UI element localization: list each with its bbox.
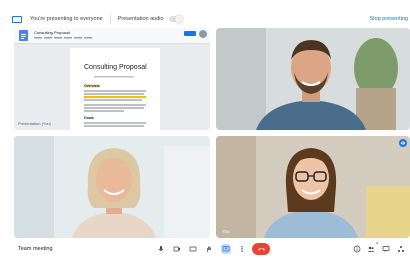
camera-button[interactable] [172, 244, 182, 254]
present-now-icon [222, 246, 230, 252]
doc-text-line [84, 104, 146, 106]
doc-text-line [84, 96, 146, 98]
doc-section-goals: Goals [84, 116, 94, 120]
presentation-audio-label: Presentation audio [117, 16, 164, 22]
participant-video [14, 136, 210, 238]
present-icon [12, 15, 22, 23]
people-button[interactable]: 4 [366, 241, 378, 254]
activities-icon [398, 246, 404, 252]
stop-presenting-button[interactable]: Stop presenting [369, 16, 408, 22]
doc-text-line [84, 122, 146, 124]
activities-button[interactable] [396, 244, 406, 254]
presentation-audio-toggle[interactable] [168, 15, 183, 23]
doc-heading: Consulting Proposal [84, 64, 147, 71]
avatar [199, 30, 207, 38]
more-options-icon [241, 246, 243, 252]
doc-text-line [84, 110, 124, 112]
participant-tile[interactable] [216, 28, 410, 130]
participant-tile[interactable] [14, 136, 210, 238]
participant-name: You [222, 229, 230, 234]
people-icon [368, 246, 375, 252]
camera-icon [173, 246, 180, 252]
mic-icon [158, 246, 164, 251]
presentation-label: Presentation (You) [18, 121, 51, 126]
captions-button[interactable] [188, 244, 198, 254]
presentation-tile[interactable]: Consulting Proposal Consulting Proposal [14, 28, 210, 130]
divider [109, 14, 111, 24]
presenting-message: You're presenting to everyone [30, 16, 103, 22]
docs-logo-icon [19, 30, 28, 41]
chat-button[interactable] [381, 244, 391, 254]
end-call-icon [257, 248, 265, 251]
control-bar: Team meeting 4 [0, 240, 410, 259]
doc-text-line [84, 125, 144, 127]
doc-section-overview: Overview [84, 84, 100, 88]
doc-menu-bar [34, 35, 144, 42]
doc-subtitle [94, 76, 134, 80]
doc-text-line [84, 93, 144, 95]
chat-icon [382, 246, 390, 252]
share-button [184, 31, 196, 36]
participant-tile[interactable]: You [216, 136, 410, 238]
doc-text-line [84, 99, 142, 101]
doc-text-line [84, 90, 146, 92]
meet-window: You're presenting to everyone Presentati… [0, 0, 410, 259]
raise-hand-button[interactable] [204, 244, 214, 254]
raise-hand-icon [207, 246, 211, 252]
info-button[interactable] [352, 244, 362, 254]
present-now-button[interactable] [221, 244, 231, 254]
meeting-name: Team meeting [18, 246, 53, 252]
mic-button[interactable] [156, 244, 166, 254]
people-count-badge: 4 [376, 241, 378, 245]
participant-video [216, 28, 410, 130]
captions-icon [189, 246, 197, 252]
doc-toolbar: Consulting Proposal [14, 28, 210, 44]
doc-page: Consulting Proposal Overview Goals [70, 48, 160, 130]
more-options-button[interactable] [237, 244, 247, 254]
presenting-bar: You're presenting to everyone Presentati… [10, 12, 410, 26]
participant-video [216, 136, 410, 238]
end-call-button[interactable] [252, 243, 270, 255]
info-icon [353, 245, 361, 253]
doc-text-line [84, 107, 144, 109]
speaking-indicator-icon [399, 139, 407, 147]
